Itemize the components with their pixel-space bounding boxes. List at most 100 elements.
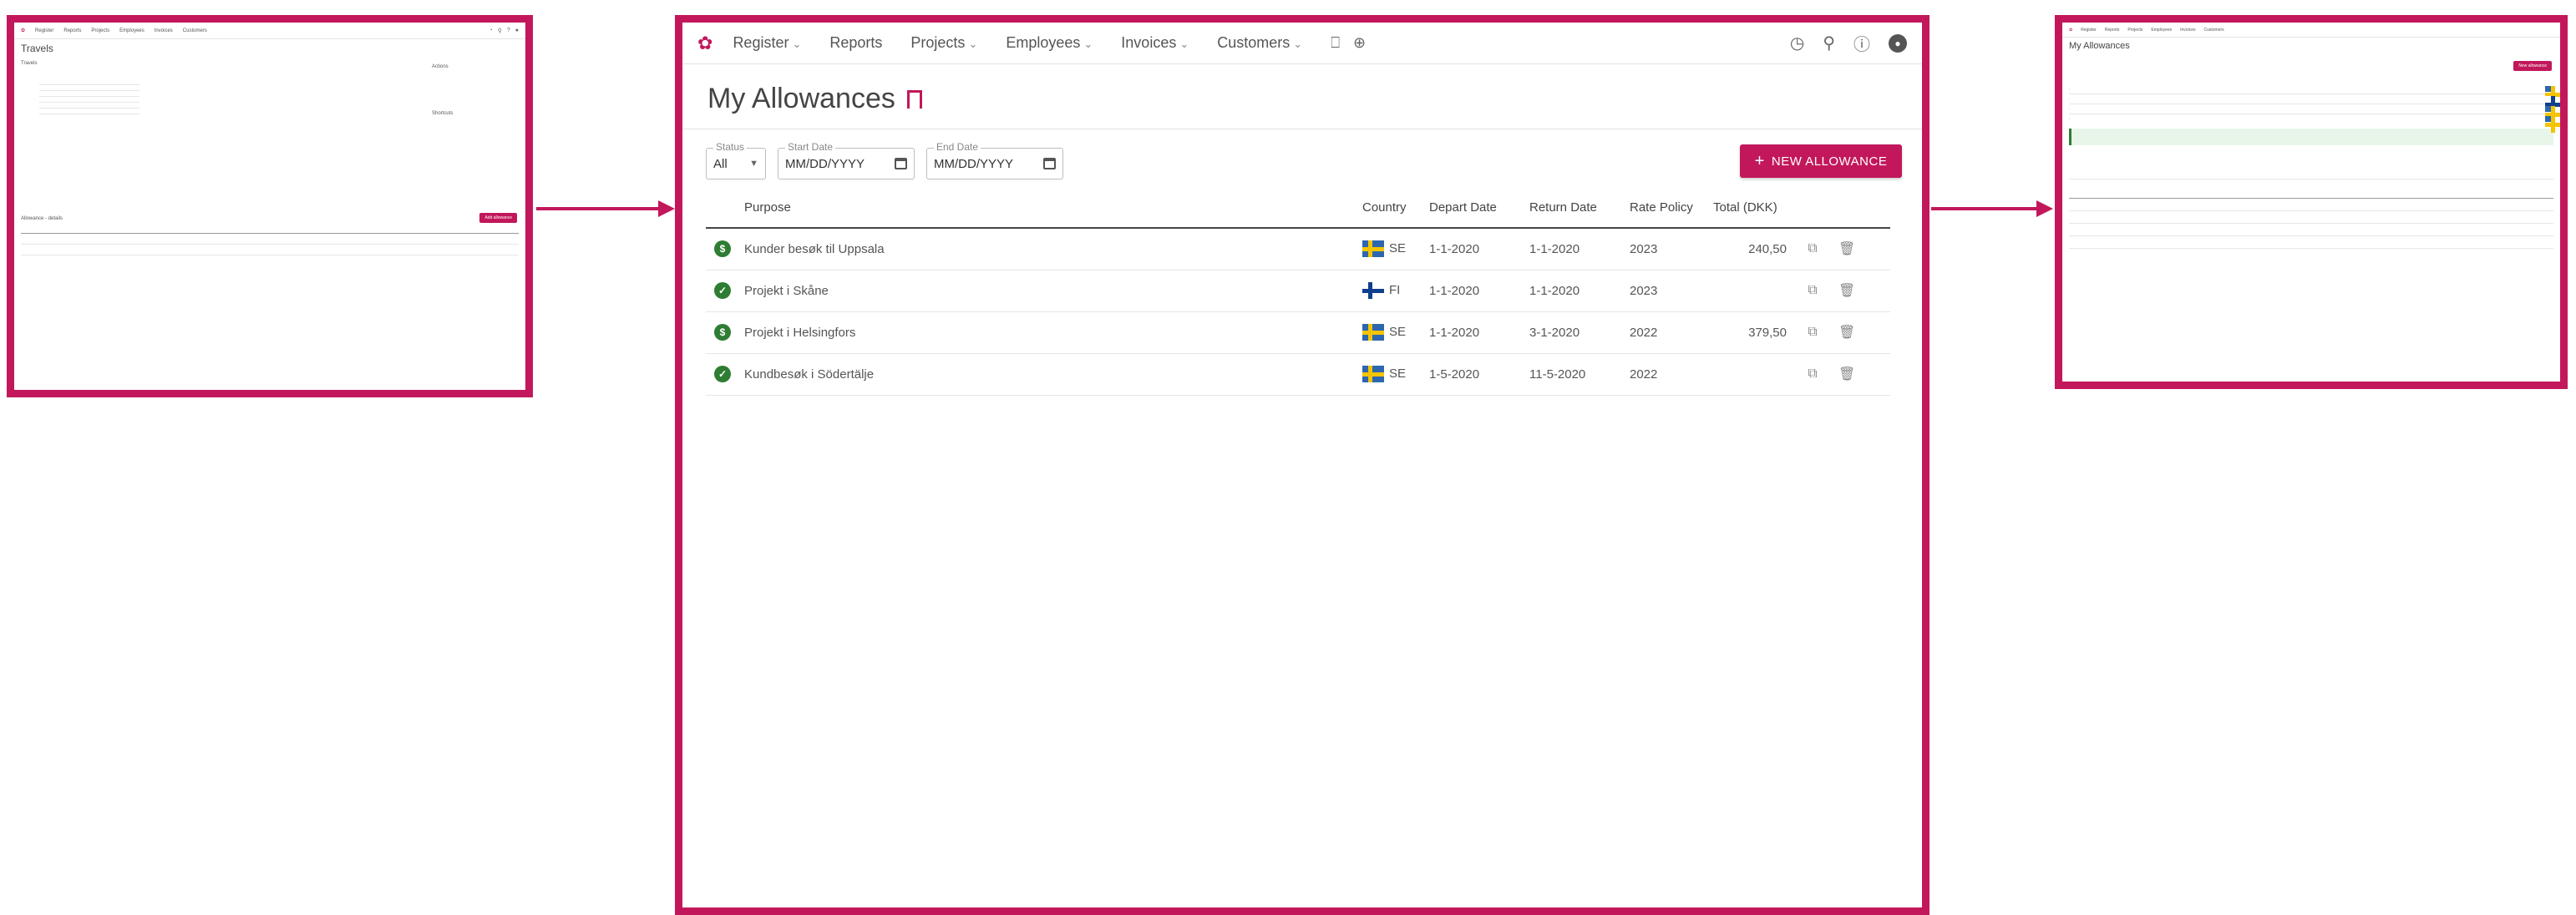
list-item[interactable]: ·: [2069, 104, 2560, 123]
left-allowance-heading: Allowance - details: [21, 216, 63, 221]
avatar[interactable]: ●: [1889, 33, 1907, 53]
sweden-flag-icon: [2545, 106, 2560, 123]
row-purpose: Projekt i Helsingfors: [739, 311, 1357, 354]
sweden-flag-icon: [1362, 324, 1384, 341]
help-icon[interactable]: ⓘ: [1853, 31, 1870, 55]
top-navbar: ✿ Register ⌄ Reports Projects ⌄ Employees ⌄…: [682, 23, 1922, 64]
right-detail-rows: [2062, 179, 2560, 249]
col-delete: [1833, 188, 1890, 229]
new-allowance-label: NEW ALLOWANCE: [1771, 154, 1888, 169]
row-depart: 1-1-2020: [1424, 228, 1524, 270]
nav-customers-label: Customers: [1217, 34, 1291, 51]
row-country-code: SE: [1389, 324, 1407, 339]
left-nav-employees[interactable]: Employees: [119, 28, 145, 33]
left-nav-register[interactable]: Register: [35, 28, 53, 33]
right-navbar: ✿ Register Reports Projects Employees In…: [2062, 23, 2560, 38]
nav-invoices[interactable]: Invoices ⌄: [1121, 34, 1189, 52]
timer-icon[interactable]: ◔: [489, 28, 492, 34]
row-policy: 2023: [1625, 270, 1708, 312]
nav-register-label: Register: [733, 34, 789, 51]
nav-customers[interactable]: Customers ⌄: [1217, 34, 1302, 52]
nav-employees[interactable]: Employees ⌄: [1006, 34, 1093, 52]
search-icon[interactable]: ⚲: [1823, 33, 1835, 53]
left-add-allowance-button[interactable]: Add allowance: [479, 213, 517, 223]
table-row[interactable]: $ Kunder besøk til Uppsala SE 1-1-2020 1…: [706, 228, 1890, 270]
finland-flag-icon: [1362, 282, 1384, 299]
help-icon[interactable]: ?: [507, 28, 510, 34]
row-policy: 2023: [1625, 228, 1708, 270]
chevron-down-icon: ⌄: [1083, 38, 1093, 50]
row-country: FI: [1357, 270, 1424, 312]
nav-reports[interactable]: Reports: [829, 34, 882, 52]
row-return: 1-1-2020: [1524, 228, 1625, 270]
user-icon[interactable]: ●: [515, 28, 519, 34]
col-country: Country: [1357, 188, 1424, 229]
status-select[interactable]: Status All ▼: [706, 141, 766, 179]
left-preview-frame: ✿ Register Reports Projects Employees In…: [7, 15, 533, 397]
edit-icon[interactable]: ⧉: [1808, 325, 1817, 339]
edit-icon[interactable]: ⧉: [1808, 283, 1817, 297]
left-travel-section: Travels Actions Shortcuts: [14, 61, 525, 141]
new-allowance-button[interactable]: + NEW ALLOWANCE: [1740, 144, 1902, 178]
row-country: SE: [1357, 311, 1424, 354]
plus-icon: +: [1754, 151, 1765, 170]
delete-icon[interactable]: 🗑: [1838, 242, 1855, 256]
list-item[interactable]: ·: [2069, 84, 2560, 103]
logo-icon[interactable]: ✿: [697, 33, 712, 54]
right-nav-invoices[interactable]: Invoices: [2180, 28, 2195, 33]
edit-icon[interactable]: ⧉: [1808, 241, 1817, 255]
bookmark-icon[interactable]: ⎕: [1331, 34, 1340, 52]
right-nav-customers[interactable]: Customers: [2203, 28, 2224, 33]
nav-projects[interactable]: Projects ⌄: [910, 34, 977, 52]
row-total: [1708, 353, 1792, 396]
bookmark-icon[interactable]: [906, 89, 922, 114]
start-date-field[interactable]: Start Date MM/DD/YYYY: [778, 141, 915, 179]
finland-flag-icon: [2545, 96, 2560, 113]
add-circle-icon[interactable]: ⊕: [1353, 34, 1366, 52]
delete-icon[interactable]: 🗑: [1838, 326, 1855, 340]
table-row[interactable]: ✓ Kundbesøk i Södertälje SE 1-5-2020 11-…: [706, 353, 1890, 396]
allowances-table: Purpose Country Depart Date Return Date …: [706, 188, 1890, 396]
row-country: SE: [1357, 228, 1424, 270]
nav-right-tools: ◷ ⚲ ⓘ ●: [1790, 31, 1907, 55]
sweden-flag-icon: [1362, 366, 1384, 382]
filter-bar: Status All ▼ Start Date MM/DD/YYYY End D…: [682, 129, 1922, 188]
calendar-icon[interactable]: [1043, 158, 1056, 169]
row-depart: 1-1-2020: [1424, 311, 1524, 354]
left-nav-projects[interactable]: Projects: [91, 28, 109, 33]
col-policy: Rate Policy: [1625, 188, 1708, 229]
right-nav-register[interactable]: Register: [2081, 28, 2097, 33]
table-row[interactable]: ✓ Projekt i Skåne FI 1-1-2020 1-1-2020 2…: [706, 270, 1890, 312]
page-title: My Allowances: [707, 83, 895, 114]
row-policy: 2022: [1625, 353, 1708, 396]
arrow-right-icon: [536, 200, 675, 217]
left-nav-customers[interactable]: Customers: [183, 28, 207, 33]
left-nav-reports[interactable]: Reports: [63, 28, 81, 33]
calendar-icon[interactable]: [895, 158, 907, 169]
left-page-title: Travels: [21, 43, 53, 54]
edit-icon[interactable]: ⧉: [1808, 367, 1817, 381]
right-nav-employees[interactable]: Employees: [2151, 28, 2172, 33]
delete-icon[interactable]: 🗑: [1838, 367, 1855, 382]
right-nav-reports[interactable]: Reports: [2105, 28, 2120, 33]
delete-icon[interactable]: 🗑: [1838, 284, 1855, 298]
end-date-field[interactable]: End Date MM/DD/YYYY: [926, 141, 1063, 179]
nav-register[interactable]: Register ⌄: [733, 34, 801, 52]
right-new-allowance-button[interactable]: New allowance: [2513, 61, 2552, 71]
list-item[interactable]: ·: [2069, 114, 2560, 133]
left-actions-heading: Actions: [432, 64, 449, 69]
right-list: · · · ·: [2062, 84, 2560, 133]
search-icon[interactable]: ⚲: [498, 28, 502, 34]
row-country-code: FI: [1389, 282, 1401, 297]
row-return: 11-5-2020: [1524, 353, 1625, 396]
timer-icon[interactable]: ◷: [1790, 33, 1804, 53]
end-date-placeholder: MM/DD/YYYY: [934, 156, 1014, 171]
right-nav-projects[interactable]: Projects: [2127, 28, 2142, 33]
row-country-code: SE: [1389, 241, 1407, 256]
table-row[interactable]: $ Projekt i Helsingfors SE 1-1-2020 3-1-…: [706, 311, 1890, 354]
row-total: [1708, 270, 1792, 312]
left-nav-invoices[interactable]: Invoices: [155, 28, 173, 33]
right-preview-frame: ✿ Register Reports Projects Employees In…: [2055, 15, 2568, 389]
list-item[interactable]: ·: [2069, 94, 2560, 113]
chevron-down-icon: ⌄: [968, 38, 978, 50]
